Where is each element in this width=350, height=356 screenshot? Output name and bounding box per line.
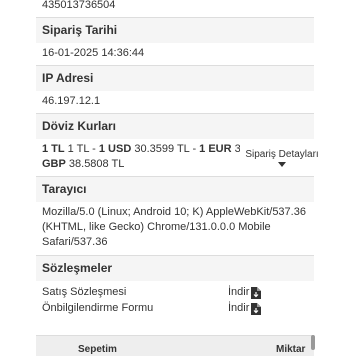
rate-tl-code: 1 TL — [42, 143, 65, 155]
browser-header: Tarayıcı — [36, 176, 314, 202]
order-number: 435013736504 — [42, 0, 116, 11]
order-date-header: Sipariş Tarihi — [36, 17, 314, 43]
order-details-label: Sipariş Detayları — [245, 149, 319, 160]
download-link-preinfo[interactable]: İndir — [228, 301, 262, 316]
order-details-tab[interactable]: Sipariş Detayları — [240, 144, 324, 172]
contracts-header: Sözleşmeler — [36, 255, 314, 281]
scrollbar[interactable] — [311, 335, 315, 350]
file-download-icon — [251, 302, 262, 315]
exchange-rates-header: Döviz Kurları — [36, 113, 314, 139]
download-link-sales[interactable]: İndir — [228, 285, 262, 300]
file-download-icon — [251, 286, 262, 299]
order-date-value: 16-01-2025 14:36:44 — [42, 47, 145, 59]
contract-name: Önbilgilendirme Formu — [42, 302, 154, 314]
download-label: İndir — [228, 286, 250, 298]
rate-usd: 30.3599 TL - — [131, 143, 200, 155]
rate-usd-code: 1 USD — [98, 143, 132, 155]
ip-address-value: 46.197.12.1 — [42, 95, 101, 107]
rate-eur-code: 1 EUR — [199, 143, 232, 155]
contract-row-sales: Satış Sözleşmesi İndir — [36, 285, 314, 300]
browser-value: Mozilla/5.0 (Linux; Android 10; K) Apple… — [42, 206, 306, 248]
rate-tl: 1 TL - — [64, 143, 99, 155]
ip-address-header: IP Adresi — [36, 65, 314, 91]
rate-gbp-code: GBP — [42, 158, 66, 170]
rate-gbp: 38.5808 TL — [65, 158, 125, 170]
contract-name: Satış Sözleşmesi — [42, 286, 127, 298]
caret-down-icon — [278, 162, 286, 167]
download-label: İndir — [228, 302, 250, 314]
contract-row-preinfo: Önbilgilendirme Formu İndir — [36, 301, 314, 316]
cart-table-header: Sepetim Miktar — [36, 335, 314, 356]
